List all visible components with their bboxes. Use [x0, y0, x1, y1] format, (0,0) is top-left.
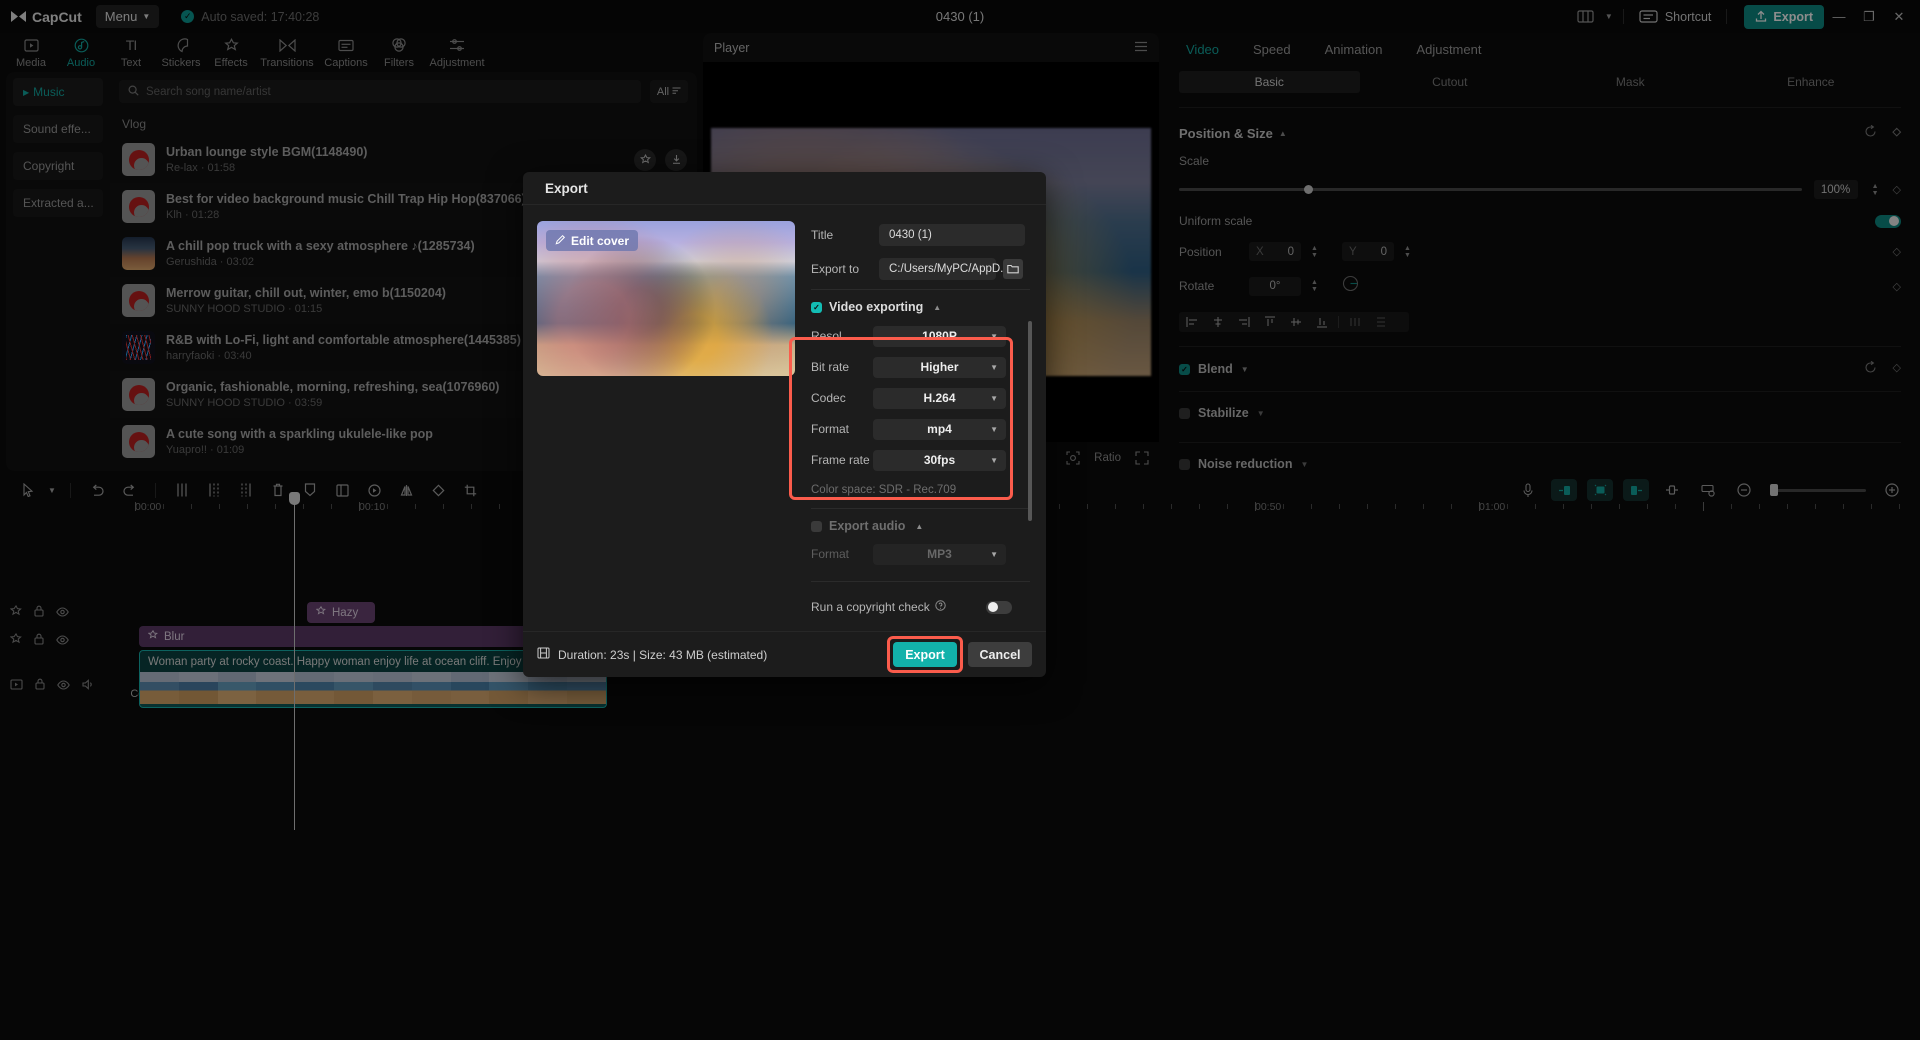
chevron-down-icon: ▼ [990, 455, 998, 465]
export-audio-row[interactable]: Export audio ▲ [811, 519, 1030, 533]
film-icon [537, 647, 550, 662]
dialog-buttons: Export Cancel [887, 636, 1032, 673]
codec-label: Codec [811, 391, 846, 405]
resolution-select[interactable]: 1080P ▼ [873, 325, 1006, 347]
audio-format-value: MP3 [927, 547, 952, 561]
video-exporting-label: Video exporting [829, 300, 924, 314]
edit-cover-label: Edit cover [571, 233, 630, 248]
help-icon[interactable] [935, 600, 946, 614]
dialog-scrollbar[interactable] [1028, 321, 1032, 521]
format-row: Format mp4 ▼ [811, 416, 1030, 442]
chevron-up-icon: ▲ [933, 302, 942, 312]
color-space-info: Color space: SDR - Rec.709 [811, 484, 957, 496]
duration-info: Duration: 23s | Size: 43 MB (estimated) [537, 647, 767, 662]
chevron-down-icon: ▼ [990, 362, 998, 372]
chevron-down-icon: ▼ [990, 549, 998, 559]
title-input[interactable]: 0430 (1) [879, 224, 1025, 246]
edit-cover-button[interactable]: Edit cover [546, 230, 639, 251]
title-label: Title [811, 228, 834, 242]
chevron-up-icon: ▲ [915, 521, 924, 531]
divider [811, 508, 1030, 509]
codec-select[interactable]: H.264 ▼ [873, 387, 1006, 409]
browse-folder-icon[interactable] [1003, 259, 1023, 279]
export-audio-label: Export audio [829, 519, 906, 533]
chevron-down-icon: ▼ [990, 331, 998, 341]
dialog-body: Edit cover Title 0430 (1) Export to C:/U… [523, 205, 1046, 631]
format-label: Format [811, 422, 850, 436]
export-confirm-button[interactable]: Export [893, 642, 957, 667]
copyright-check-toggle[interactable] [986, 600, 1012, 614]
capcut-window: CapCut Menu ▼ ✓ Auto saved: 17:40:28 043… [0, 0, 1920, 1040]
cover-thumbnail: Edit cover [537, 221, 795, 376]
export-to-row: Export to C:/Users/MyPC/AppD... [811, 255, 1030, 283]
dialog-title: Export [523, 172, 1046, 205]
bitrate-value: Higher [920, 360, 959, 374]
audio-format-select[interactable]: MP3 ▼ [873, 543, 1006, 565]
export-form: Title 0430 (1) Export to C:/Users/MyPC/A… [789, 221, 1032, 631]
title-row: Title 0430 (1) [811, 221, 1030, 249]
duration-text: Duration: 23s | Size: 43 MB (estimated) [558, 647, 768, 662]
format-value: mp4 [927, 422, 952, 436]
chevron-down-icon: ▼ [990, 424, 998, 434]
export-to-label: Export to [811, 262, 860, 276]
format-select[interactable]: mp4 ▼ [873, 418, 1006, 440]
audio-format-row: Format MP3 ▼ [811, 541, 1030, 567]
framerate-select[interactable]: 30fps ▼ [873, 449, 1006, 471]
resolution-value: 1080P [922, 329, 957, 343]
bitrate-row: Bit rate Higher ▼ [811, 354, 1030, 380]
cancel-button[interactable]: Cancel [968, 642, 1032, 667]
copyright-check-label: Run a copyright check [811, 600, 930, 614]
export-path-input[interactable]: C:/Users/MyPC/AppD... [879, 258, 1010, 280]
chevron-down-icon: ▼ [990, 393, 998, 403]
framerate-label: Frame rate [811, 453, 870, 467]
export-dialog: Export Edit cover Title 0430 (1) Export … [523, 172, 1046, 677]
framerate-value: 30fps [923, 453, 956, 467]
codec-value: H.264 [923, 391, 956, 405]
resolution-label: Resol... [811, 329, 852, 343]
export-audio-checkbox[interactable] [811, 520, 822, 532]
edit-icon [555, 234, 566, 248]
divider [811, 289, 1030, 290]
bitrate-label: Bit rate [811, 360, 850, 374]
bitrate-select[interactable]: Higher ▼ [873, 356, 1006, 378]
resolution-row: Resol... 1080P ▼ [811, 323, 1030, 349]
divider [811, 581, 1030, 582]
cover-preview-wrap: Edit cover [537, 221, 795, 631]
codec-row: Codec H.264 ▼ [811, 385, 1030, 411]
copyright-check-row: Run a copyright check [811, 600, 1030, 614]
framerate-row: Frame rate 30fps ▼ [811, 447, 1030, 473]
video-exporting-checkbox[interactable]: ✓ [811, 301, 822, 313]
video-exporting-row[interactable]: ✓ Video exporting ▲ [811, 300, 1030, 314]
dialog-footer: Duration: 23s | Size: 43 MB (estimated) … [523, 631, 1046, 677]
audio-format-label: Format [811, 547, 850, 561]
